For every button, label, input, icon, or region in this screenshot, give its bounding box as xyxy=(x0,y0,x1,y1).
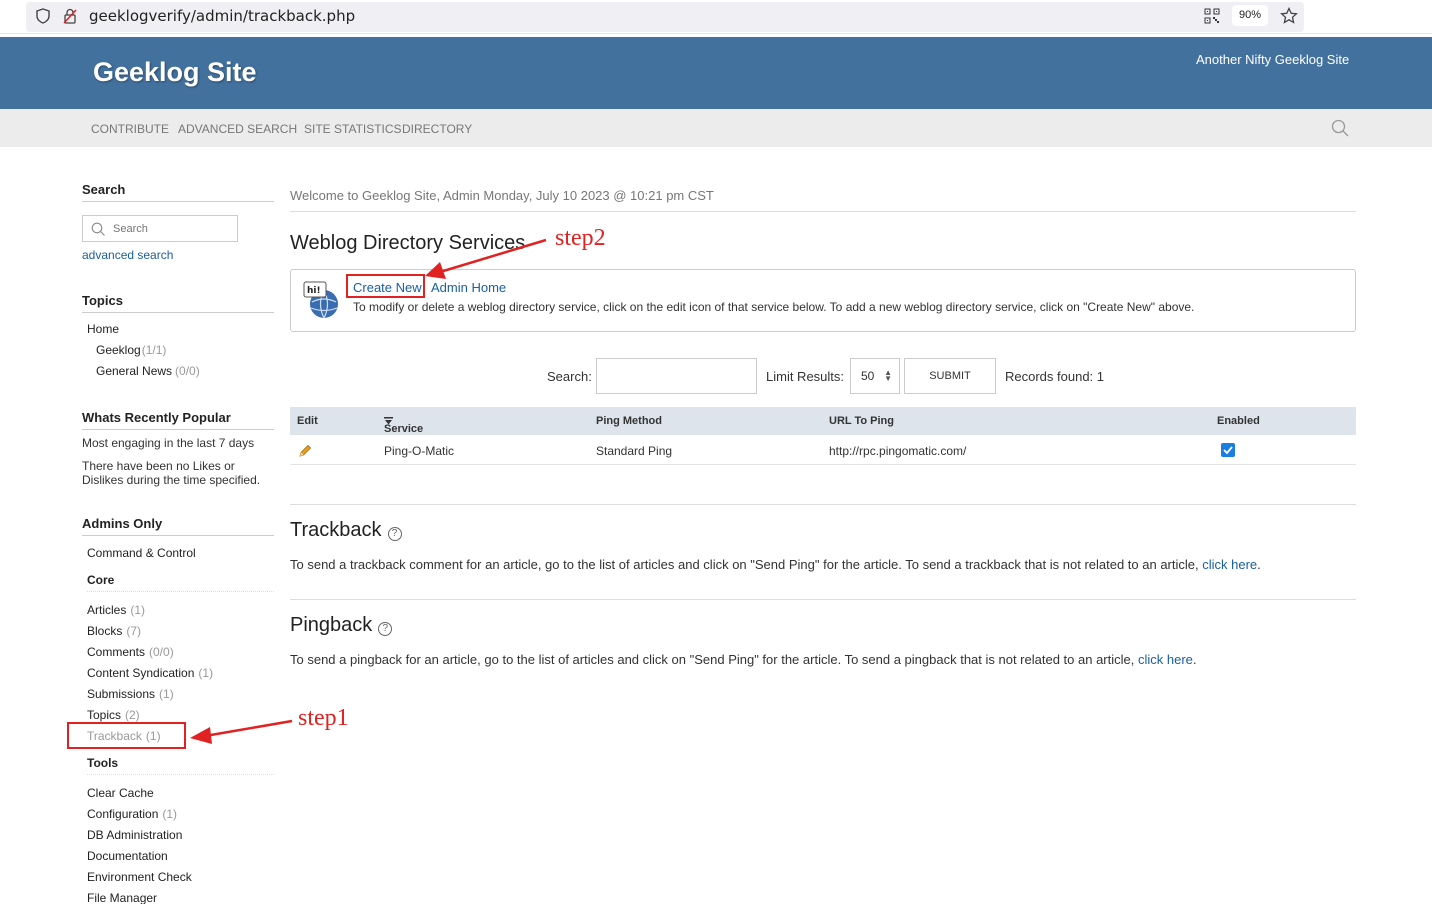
lock-insecure-icon[interactable] xyxy=(63,8,77,24)
col-url-to-ping: URL To Ping xyxy=(829,415,894,427)
sidebar-topic-home[interactable]: Home xyxy=(87,322,119,336)
sidebar-command-control[interactable]: Command & Control xyxy=(87,546,196,560)
search-icon[interactable] xyxy=(1331,119,1349,137)
sidebar-search-input[interactable] xyxy=(113,220,233,238)
sidebar-popular-heading: Whats Recently Popular xyxy=(82,410,274,430)
trackback-click-here-link[interactable]: click here xyxy=(1202,557,1257,572)
site-header: Geeklog Site Another Nifty Geeklog Site xyxy=(0,37,1432,109)
sidebar-search-box[interactable] xyxy=(82,215,238,242)
step1-label: step1 xyxy=(298,705,349,731)
divider xyxy=(290,504,1356,505)
pingback-title: Pingback? xyxy=(290,614,393,637)
url-to-ping-cell: http://rpc.pingomatic.com/ xyxy=(829,444,967,458)
limit-results-label: Limit Results: xyxy=(766,369,845,384)
browser-url-bar: geeklogverify/admin/trackback.php 90% xyxy=(0,0,1432,34)
help-icon[interactable]: ? xyxy=(387,527,402,541)
directory-services-title: Weblog Directory Services xyxy=(290,232,526,254)
zoom-level-badge[interactable]: 90% xyxy=(1232,5,1268,26)
trackback-text: To send a trackback comment for an artic… xyxy=(290,557,1261,572)
nav-directory[interactable]: DIRECTORY xyxy=(402,122,472,136)
popular-subtitle: Most engaging in the last 7 days xyxy=(82,436,255,450)
sidebar-core-comments[interactable]: Comments (0/0) xyxy=(87,645,174,659)
nav-contribute[interactable]: CONTRIBUTE xyxy=(91,122,169,136)
col-ping-method: Ping Method xyxy=(596,415,662,427)
sidebar-admins-heading: Admins Only xyxy=(82,516,274,536)
table-row: Ping-O-Matic Standard Ping http://rpc.pi… xyxy=(290,435,1356,465)
sidebar-tool-environment-check[interactable]: Environment Check xyxy=(87,870,192,884)
site-title[interactable]: Geeklog Site xyxy=(93,57,257,88)
nav-advanced-search[interactable]: ADVANCED SEARCH xyxy=(178,122,297,136)
sidebar-core-articles[interactable]: Articles (1) xyxy=(87,603,145,617)
bookmark-star-icon[interactable] xyxy=(1280,7,1298,25)
popular-empty-text: There have been no Likes or Dislikes dur… xyxy=(82,459,261,487)
enabled-checkbox[interactable] xyxy=(1221,443,1235,457)
ping-method-cell: Standard Ping xyxy=(596,444,673,458)
col-edit: Edit xyxy=(297,415,318,427)
qr-code-icon[interactable] xyxy=(1204,8,1220,24)
step2-label: step2 xyxy=(555,225,606,251)
sidebar-tool-db-administration[interactable]: DB Administration xyxy=(87,828,182,842)
advanced-search-link[interactable]: advanced search xyxy=(82,248,173,262)
col-enabled: Enabled xyxy=(1217,415,1260,427)
site-slogan: Another Nifty Geeklog Site xyxy=(1196,52,1350,67)
divider xyxy=(290,599,1356,600)
nav-site-statistics[interactable]: SITE STATISTICS xyxy=(304,122,402,136)
sidebar-tools-heading: Tools xyxy=(87,756,274,775)
pingback-text: To send a pingback for an article, go to… xyxy=(290,652,1197,667)
top-nav: CONTRIBUTE ADVANCED SEARCH SITE STATISTI… xyxy=(0,109,1432,147)
sidebar-core-blocks[interactable]: Blocks (7) xyxy=(87,624,141,638)
sidebar-core-topics[interactable]: Topics (2) xyxy=(87,708,140,722)
sidebar-topics-heading: Topics xyxy=(82,293,274,313)
pingback-click-here-link[interactable]: click here xyxy=(1138,652,1193,667)
svg-text:hi!: hi! xyxy=(307,286,321,296)
sidebar-core-heading: Core xyxy=(87,573,274,592)
info-box: hi! Create New Admin Home To modify or d… xyxy=(290,269,1356,332)
sidebar-core-submissions[interactable]: Submissions (1) xyxy=(87,687,174,701)
search-label: Search: xyxy=(547,369,592,384)
records-found: Records found: 1 xyxy=(1005,369,1105,384)
shield-icon[interactable] xyxy=(36,8,50,24)
trackback-title: Trackback? xyxy=(290,519,402,542)
sidebar-topic-general-news[interactable]: General News (0/0) xyxy=(96,364,200,378)
divider xyxy=(290,211,1356,212)
weblog-globe-icon: hi! xyxy=(303,281,338,319)
select-arrows-icon: ▲ ▼ xyxy=(884,368,892,383)
submit-button[interactable]: SUBMIT xyxy=(904,358,996,394)
sidebar-tool-configuration[interactable]: Configuration (1) xyxy=(87,807,177,821)
checkmark-icon xyxy=(1223,446,1233,455)
filter-search-input[interactable] xyxy=(596,358,757,394)
edit-pencil-icon[interactable] xyxy=(298,444,312,458)
help-icon[interactable]: ? xyxy=(378,622,393,636)
search-icon xyxy=(91,222,105,236)
sidebar-topic-geeklog[interactable]: Geeklog(1/1) xyxy=(96,343,166,357)
url-text[interactable]: geeklogverify/admin/trackback.php xyxy=(89,7,355,25)
sidebar-tool-documentation[interactable]: Documentation xyxy=(87,849,168,863)
sidebar-tool-clear-cache[interactable]: Clear Cache xyxy=(87,786,154,800)
service-link[interactable]: Ping-O-Matic xyxy=(384,444,454,458)
step1-arrow xyxy=(190,719,293,744)
step1-highlight-box xyxy=(67,722,186,749)
sidebar-search-heading: Search xyxy=(82,182,274,202)
admin-home-link[interactable]: Admin Home xyxy=(431,280,506,295)
table-header: Edit Service Ping Method URL To Ping Ena… xyxy=(290,407,1356,435)
col-service[interactable]: Service xyxy=(384,415,423,435)
step2-highlight-box xyxy=(346,274,425,298)
sidebar-tool-file-manager[interactable]: File Manager xyxy=(87,891,157,904)
limit-results-select[interactable]: 50 ▲ ▼ xyxy=(850,358,900,394)
sidebar-core-content-syndication[interactable]: Content Syndication (1) xyxy=(87,666,213,680)
directory-description: To modify or delete a weblog directory s… xyxy=(353,300,1195,314)
welcome-message: Welcome to Geeklog Site, Admin Monday, J… xyxy=(290,188,714,203)
